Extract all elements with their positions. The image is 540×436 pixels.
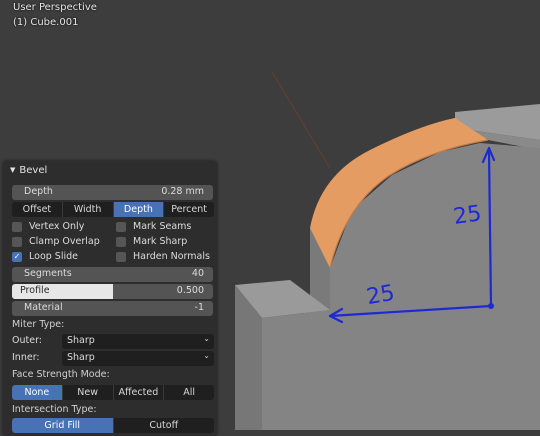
outer-label: Outer: (12, 335, 43, 346)
segments-field[interactable]: Segments 40 (12, 267, 213, 282)
mark-sharp-label: Mark Sharp (133, 236, 188, 247)
clamp-overlap-label: Clamp Overlap (29, 236, 100, 247)
profile-value: 0.500 (176, 285, 204, 296)
inner-label: Inner: (12, 352, 40, 363)
face-strength-label: Face Strength Mode: (12, 369, 110, 380)
chevron-down-icon: ⌄ (203, 351, 210, 360)
checkbox-icon (116, 251, 126, 262)
profile-label: Profile (20, 285, 50, 296)
harden-normals-checkbox[interactable]: Harden Normals (116, 250, 210, 263)
outer-miter-row: Outer: Sharp ⌄ (12, 334, 214, 349)
dimension-origin-dot (488, 303, 494, 309)
outer-miter-dropdown[interactable]: Sharp ⌄ (62, 334, 214, 349)
width-type-depth[interactable]: Depth (113, 202, 165, 217)
outer-miter-value: Sharp (67, 335, 95, 346)
chevron-down-icon: ⌄ (203, 334, 210, 343)
width-type-width[interactable]: Width (63, 202, 114, 217)
width-type-offset[interactable]: Offset (12, 202, 63, 217)
view-mode-label: User Perspective (13, 2, 97, 13)
depth-label: Depth (24, 186, 53, 197)
lower-block-front (262, 310, 330, 430)
material-field[interactable]: Material -1 (12, 301, 213, 316)
face-strength-affected[interactable]: Affected (114, 385, 165, 400)
clamp-overlap-checkbox[interactable]: Clamp Overlap (12, 235, 100, 248)
face-strength-selector[interactable]: None New Affected All (12, 385, 214, 400)
vertex-only-label: Vertex Only (29, 221, 85, 232)
checkmark-icon: ✓ (12, 251, 22, 262)
panel-title: Bevel (19, 165, 48, 176)
horizontal-dimension-text: 25 (365, 281, 397, 310)
material-value: -1 (194, 302, 204, 313)
miter-type-label: Miter Type: (12, 319, 65, 330)
mark-sharp-checkbox[interactable]: Mark Sharp (116, 235, 187, 248)
vertical-dimension-text: 25 (452, 201, 483, 230)
mark-seams-label: Mark Seams (133, 221, 192, 232)
active-object-label: (1) Cube.001 (13, 17, 79, 28)
inner-miter-dropdown[interactable]: Sharp ⌄ (62, 351, 214, 366)
depth-value: 0.28 mm (161, 186, 204, 197)
width-type-selector[interactable]: Offset Width Depth Percent (12, 202, 214, 217)
intersection-type-selector[interactable]: Grid Fill Cutoff (12, 418, 214, 433)
intersection-cutoff[interactable]: Cutoff (114, 418, 215, 433)
loop-slide-checkbox[interactable]: ✓ Loop Slide (12, 250, 78, 263)
intersection-grid-fill[interactable]: Grid Fill (12, 418, 114, 433)
segments-value: 40 (191, 268, 204, 279)
checkbox-icon (116, 221, 126, 232)
loop-slide-label: Loop Slide (29, 251, 78, 262)
profile-slider[interactable]: Profile 0.500 (12, 284, 213, 299)
segments-label: Segments (24, 268, 72, 279)
vertex-only-checkbox[interactable]: Vertex Only (12, 220, 84, 233)
checkbox-icon (12, 221, 22, 232)
depth-field[interactable]: Depth 0.28 mm (12, 185, 213, 200)
face-strength-none[interactable]: None (12, 385, 63, 400)
checkbox-icon (12, 236, 22, 247)
width-type-percent[interactable]: Percent (164, 202, 214, 217)
face-strength-all[interactable]: All (164, 385, 214, 400)
material-label: Material (24, 302, 63, 313)
face-strength-new[interactable]: New (63, 385, 114, 400)
harden-normals-label: Harden Normals (133, 251, 210, 262)
bevel-operator-panel[interactable]: ▼ Bevel Depth 0.28 mm Offset Width Depth … (3, 161, 217, 436)
inner-miter-value: Sharp (67, 352, 95, 363)
collapse-triangle-icon[interactable]: ▼ (10, 166, 15, 174)
intersection-type-label: Intersection Type: (12, 404, 97, 415)
mark-seams-checkbox[interactable]: Mark Seams (116, 220, 191, 233)
panel-header[interactable]: ▼ Bevel (10, 165, 47, 176)
inner-miter-row: Inner: Sharp ⌄ (12, 351, 214, 366)
checkbox-icon (116, 236, 126, 247)
